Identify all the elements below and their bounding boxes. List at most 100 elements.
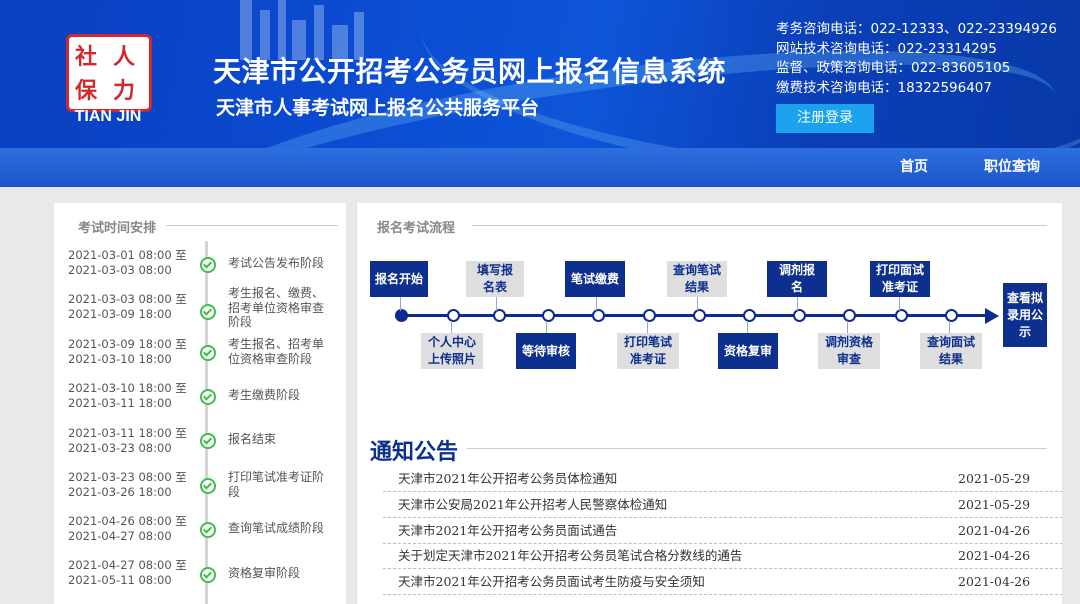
schedule-item: 2021-04-26 08:00 至 2021-04-27 08:00 查询笔试成… xyxy=(54,514,346,558)
site-title: 天津市公开招考公务员网上报名信息系统 xyxy=(213,55,727,88)
divider xyxy=(166,225,338,226)
schedule-item: 2021-04-27 08:00 至 2021-05-11 08:00 资格复审阶… xyxy=(54,558,346,602)
logo-seal-icon: 人 力 社 保 xyxy=(66,34,152,112)
contact-info: 考务咨询电话：022-12333、022-23394926 网站技术咨询电话：0… xyxy=(776,20,1057,98)
notice-date: 2021-04-26 xyxy=(958,523,1031,538)
schedule-label: 打印笔试准考证阶段 xyxy=(228,470,325,499)
contact-line: 网站技术咨询电话：022-23314295 xyxy=(776,40,997,57)
flow-node xyxy=(643,309,656,322)
site-subtitle: 天津市人事考试网上报名公共服务平台 xyxy=(216,97,540,119)
divider xyxy=(467,448,1047,449)
schedule-label: 考试公告发布阶段 xyxy=(228,256,325,270)
flow-node xyxy=(542,309,555,322)
exam-schedule-panel: 考试时间安排 2021-03-01 08:00 至 2021-03-03 08:0… xyxy=(54,203,346,604)
flow-connector xyxy=(899,297,900,311)
nav-home[interactable]: 首页 xyxy=(900,148,928,187)
schedule-label: 资格复审阶段 xyxy=(228,566,301,580)
flow-node xyxy=(447,309,460,322)
flow-connector xyxy=(697,297,698,311)
flow-step: 调剂报名 xyxy=(767,261,827,297)
notice-date: 2021-05-29 xyxy=(958,497,1031,512)
flow-step: 报名开始 xyxy=(370,261,428,297)
notice-item[interactable]: 天津市2021年公开招考公务员面试考生防疫与安全须知 2021-04-26 xyxy=(383,569,1062,595)
flow-connector xyxy=(596,297,597,311)
check-circle-icon xyxy=(200,522,216,538)
check-circle-icon xyxy=(200,433,216,449)
notice-title[interactable]: 天津市公安局2021年公开招考人民警察体检通知 xyxy=(398,492,667,517)
notice-title[interactable]: 天津市2021年公开招考公务员面试通告 xyxy=(398,518,617,543)
flow-step: 查询面试结果 xyxy=(920,333,982,369)
divider xyxy=(472,225,1047,226)
check-circle-icon xyxy=(200,478,216,494)
main-content-panel: 报名考试流程 报名开始 填写报名表 笔试缴费 查询笔试结果 调剂报名 打印面试准… xyxy=(357,203,1062,604)
flow-step: 查询笔试结果 xyxy=(667,261,727,297)
schedule-item: 2021-03-09 18:00 至 2021-03-10 18:00 考生报名、… xyxy=(54,337,346,381)
flow-step: 打印面试准考证 xyxy=(870,261,930,297)
schedule-item: 2021-03-10 18:00 至 2021-03-11 18:00 考生缴费阶… xyxy=(54,381,346,425)
flow-node xyxy=(743,309,756,322)
schedule-label: 报名结束 xyxy=(228,432,277,446)
flow-end-step: 查看拟录用公示 xyxy=(1003,283,1047,347)
check-circle-icon xyxy=(200,257,216,273)
notice-title[interactable]: 天津市2021年公开招考公务员面试考生防疫与安全须知 xyxy=(398,569,705,594)
flow-node xyxy=(945,309,958,322)
notice-date: 2021-05-29 xyxy=(958,471,1031,486)
schedule-date: 2021-03-11 18:00 至 2021-03-23 08:00 xyxy=(68,426,187,455)
schedule-label: 查询笔试成绩阶段 xyxy=(228,521,325,535)
flow-step: 填写报名表 xyxy=(466,261,524,297)
check-circle-icon xyxy=(200,567,216,583)
contact-line: 缴费技术咨询电话：18322596407 xyxy=(776,79,992,96)
schedule-date: 2021-03-10 18:00 至 2021-03-11 18:00 xyxy=(68,381,187,410)
schedule-date: 2021-03-23 08:00 至 2021-03-26 18:00 xyxy=(68,470,187,499)
schedule-label: 考生报名、招考单位资格审查阶段 xyxy=(228,337,325,366)
flow-node xyxy=(592,309,605,322)
notice-item[interactable]: 天津市2021年公开招考公务员面试通告 2021-04-26 xyxy=(383,518,1062,544)
notice-date: 2021-04-26 xyxy=(958,548,1031,563)
flow-connector xyxy=(400,297,401,311)
notice-item[interactable]: 天津市公安局2021年公开招考人民警察体检通知 2021-05-29 xyxy=(383,492,1062,518)
flow-step: 资格复审 xyxy=(718,333,778,369)
site-logo[interactable]: 人 力 社 保 TIAN JIN xyxy=(58,30,160,130)
flow-step: 等待审核 xyxy=(516,333,576,369)
flow-connector xyxy=(496,297,497,311)
notice-title[interactable]: 天津市2021年公开招考公务员体检通知 xyxy=(398,466,617,491)
nav-job-search[interactable]: 职位查询 xyxy=(984,148,1040,187)
schedule-date: 2021-03-09 18:00 至 2021-03-10 18:00 xyxy=(68,337,187,366)
schedule-label: 考生缴费阶段 xyxy=(228,388,301,402)
contact-line: 监督、政策咨询电话：022-83605105 xyxy=(776,60,1011,76)
schedule-date: 2021-04-26 08:00 至 2021-04-27 08:00 xyxy=(68,514,187,543)
contact-line: 考务咨询电话：022-12333、022-23394926 xyxy=(776,21,1057,37)
notice-item[interactable]: 关于划定天津市2021年公开招考公务员笔试合格分数线的通告 2021-04-26 xyxy=(383,543,1062,569)
flow-node xyxy=(793,309,806,322)
logo-text: TIAN JIN xyxy=(74,108,142,125)
schedule-date: 2021-03-03 08:00 至 2021-03-09 18:00 xyxy=(68,292,187,321)
flow-step: 打印笔试准考证 xyxy=(617,333,679,369)
check-circle-icon xyxy=(200,389,216,405)
notice-item[interactable]: 天津市2021年公开招考公务员体检通知 2021-05-29 xyxy=(383,466,1062,492)
schedule-label: 考生报名、缴费、招考单位资格审查阶段 xyxy=(228,286,325,329)
flow-step: 个人中心上传照片 xyxy=(421,333,483,369)
flow-connector xyxy=(797,297,798,311)
check-circle-icon xyxy=(200,304,216,320)
flow-step: 笔试缴费 xyxy=(565,261,625,297)
flow-node xyxy=(843,309,856,322)
flow-node xyxy=(693,309,706,322)
flow-step: 调剂资格审查 xyxy=(818,333,880,369)
arrow-right-icon xyxy=(985,308,999,324)
notice-title[interactable]: 关于划定天津市2021年公开招考公务员笔试合格分数线的通告 xyxy=(398,543,742,568)
schedule-date: 2021-04-27 08:00 至 2021-05-11 08:00 xyxy=(68,558,187,587)
flow-node xyxy=(895,309,908,322)
schedule-item: 2021-03-11 18:00 至 2021-03-23 08:00 报名结束 xyxy=(54,426,346,470)
site-header: 人 力 社 保 TIAN JIN 天津市公开招考公务员网上报名信息系统 天津市人… xyxy=(0,0,1080,148)
register-login-button[interactable]: 注册登录 xyxy=(776,104,874,133)
flow-node xyxy=(493,309,506,322)
schedule-item: 2021-03-03 08:00 至 2021-03-09 18:00 考生报名、… xyxy=(54,286,346,336)
flow-heading: 报名考试流程 xyxy=(377,221,456,236)
schedule-item: 2021-03-23 08:00 至 2021-03-26 18:00 打印笔试准… xyxy=(54,470,346,514)
check-circle-icon xyxy=(200,345,216,361)
flow-node xyxy=(395,309,408,322)
main-nav: 首页 职位查询 xyxy=(0,148,1080,187)
schedule-date: 2021-03-01 08:00 至 2021-03-03 08:00 xyxy=(68,248,187,277)
schedule-heading: 考试时间安排 xyxy=(78,221,157,236)
notice-date: 2021-04-26 xyxy=(958,574,1031,589)
